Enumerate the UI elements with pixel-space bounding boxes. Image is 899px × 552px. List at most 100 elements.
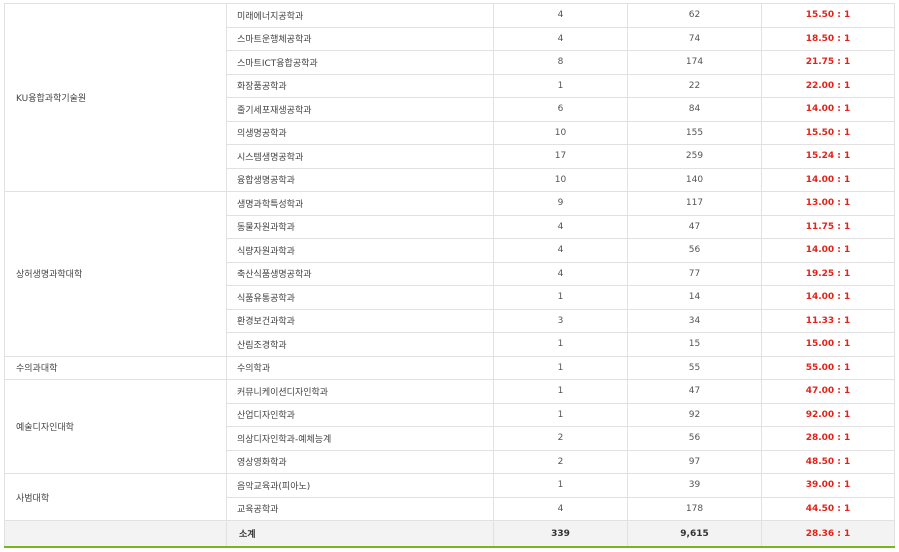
applicants-cell: 22 (627, 73, 762, 98)
quota-cell: 1 (493, 379, 628, 404)
ratio-cell: 48.50 : 1 (761, 449, 895, 474)
applicants-cell: 178 (627, 496, 762, 521)
quota-cell: 4 (493, 26, 628, 51)
applicants-cell: 14 (627, 285, 762, 310)
ratio-cell: 15.50 : 1 (761, 3, 895, 28)
department-cell: 영상영화학과 (226, 449, 494, 474)
department-cell: 교육공학과 (226, 496, 494, 521)
department-cell: 화장품공학과 (226, 73, 494, 98)
quota-cell: 2 (493, 426, 628, 451)
applicants-cell: 97 (627, 449, 762, 474)
quota-cell: 3 (493, 308, 628, 333)
total-ratio: 28.36 : 1 (761, 520, 895, 548)
college-cell: 수의과대학 (4, 355, 227, 380)
total-blank-cell (4, 520, 227, 548)
quota-cell: 1 (493, 332, 628, 357)
quota-cell: 10 (493, 120, 628, 145)
college-cell: KU융합과학기술원 (4, 3, 227, 192)
table-row: 수의과대학 수의학과 1 55 55.00 : 1 (4, 355, 895, 380)
applicants-cell: 34 (627, 308, 762, 333)
department-cell: 생명과학특성학과 (226, 191, 494, 216)
department-cell: 융합생명공학과 (226, 167, 494, 192)
ratio-cell: 21.75 : 1 (761, 50, 895, 75)
applicants-cell: 155 (627, 120, 762, 145)
quota-cell: 1 (493, 73, 628, 98)
table-row: KU융합과학기술원 미래에너지공학과 4 62 15.50 : 1 (4, 3, 895, 192)
ratio-cell: 55.00 : 1 (761, 355, 895, 380)
applicants-cell: 47 (627, 379, 762, 404)
total-quota: 339 (493, 520, 628, 548)
department-cell: 커뮤니케이션디자인학과 (226, 379, 494, 404)
table-body: KU융합과학기술원 미래에너지공학과 4 62 15.50 : 1 스마트운행체공학과 4 7… (4, 3, 895, 548)
quota-cell: 1 (493, 473, 628, 498)
ratio-cell: 15.00 : 1 (761, 332, 895, 357)
quota-cell: 1 (493, 402, 628, 427)
applicants-cell: 84 (627, 97, 762, 122)
applicants-cell: 39 (627, 473, 762, 498)
quota-cell: 8 (493, 50, 628, 75)
ratio-cell: 11.75 : 1 (761, 214, 895, 239)
applicants-cell: 47 (627, 214, 762, 239)
department-cell: 산림조경학과 (226, 332, 494, 357)
total-applicants: 9,615 (627, 520, 762, 548)
applicants-cell: 259 (627, 144, 762, 169)
ratio-cell: 19.25 : 1 (761, 261, 895, 286)
applicants-cell: 56 (627, 426, 762, 451)
quota-cell: 4 (493, 214, 628, 239)
ratio-cell: 15.24 : 1 (761, 144, 895, 169)
ratio-cell: 22.00 : 1 (761, 73, 895, 98)
applicants-cell: 62 (627, 3, 762, 28)
table-row: 상허생명과학대학 생명과학특성학과 9 117 13.00 : 1 (4, 191, 895, 357)
applicants-cell: 77 (627, 261, 762, 286)
competition-ratio-table: KU융합과학기술원 미래에너지공학과 4 62 15.50 : 1 스마트운행체공학과 4 7… (4, 3, 895, 548)
quota-cell: 10 (493, 167, 628, 192)
total-label: 소계 (226, 520, 494, 548)
total-row: 소계 339 9,615 28.36 : 1 (4, 520, 895, 548)
department-cell: 시스템생명공학과 (226, 144, 494, 169)
department-cell: 동물자원과학과 (226, 214, 494, 239)
applicants-cell: 92 (627, 402, 762, 427)
applicants-cell: 140 (627, 167, 762, 192)
applicants-cell: 15 (627, 332, 762, 357)
department-cell: 축산식품생명공학과 (226, 261, 494, 286)
table-row: 예술디자인대학 커뮤니케이션디자인학과 1 47 47.00 : 1 (4, 379, 895, 474)
ratio-cell: 15.50 : 1 (761, 120, 895, 145)
ratio-cell: 44.50 : 1 (761, 496, 895, 521)
applicants-cell: 56 (627, 238, 762, 263)
college-cell: 예술디자인대학 (4, 379, 227, 474)
ratio-cell: 14.00 : 1 (761, 238, 895, 263)
quota-cell: 1 (493, 355, 628, 380)
ratio-cell: 92.00 : 1 (761, 402, 895, 427)
college-cell: 상허생명과학대학 (4, 191, 227, 357)
quota-cell: 17 (493, 144, 628, 169)
quota-cell: 4 (493, 238, 628, 263)
department-cell: 산업디자인학과 (226, 402, 494, 427)
ratio-cell: 47.00 : 1 (761, 379, 895, 404)
ratio-cell: 11.33 : 1 (761, 308, 895, 333)
department-cell: 의생명공학과 (226, 120, 494, 145)
applicants-cell: 117 (627, 191, 762, 216)
department-cell: 음악교육과(피아노) (226, 473, 494, 498)
applicants-cell: 55 (627, 355, 762, 380)
quota-cell: 4 (493, 261, 628, 286)
ratio-cell: 18.50 : 1 (761, 26, 895, 51)
applicants-cell: 74 (627, 26, 762, 51)
department-cell: 스마트운행체공학과 (226, 26, 494, 51)
department-cell: 수의학과 (226, 355, 494, 380)
quota-cell: 1 (493, 285, 628, 310)
ratio-cell: 13.00 : 1 (761, 191, 895, 216)
table-row: 사범대학 음악교육과(피아노) 1 39 39.00 : 1 (4, 473, 895, 521)
ratio-cell: 14.00 : 1 (761, 97, 895, 122)
quota-cell: 9 (493, 191, 628, 216)
department-cell: 의상디자인학과-예체능계 (226, 426, 494, 451)
ratio-cell: 39.00 : 1 (761, 473, 895, 498)
department-cell: 환경보건과학과 (226, 308, 494, 333)
department-cell: 식량자원과학과 (226, 238, 494, 263)
applicants-cell: 174 (627, 50, 762, 75)
quota-cell: 6 (493, 97, 628, 122)
quota-cell: 4 (493, 496, 628, 521)
department-cell: 식품유통공학과 (226, 285, 494, 310)
ratio-cell: 14.00 : 1 (761, 285, 895, 310)
department-cell: 줄기세포재생공학과 (226, 97, 494, 122)
ratio-cell: 28.00 : 1 (761, 426, 895, 451)
